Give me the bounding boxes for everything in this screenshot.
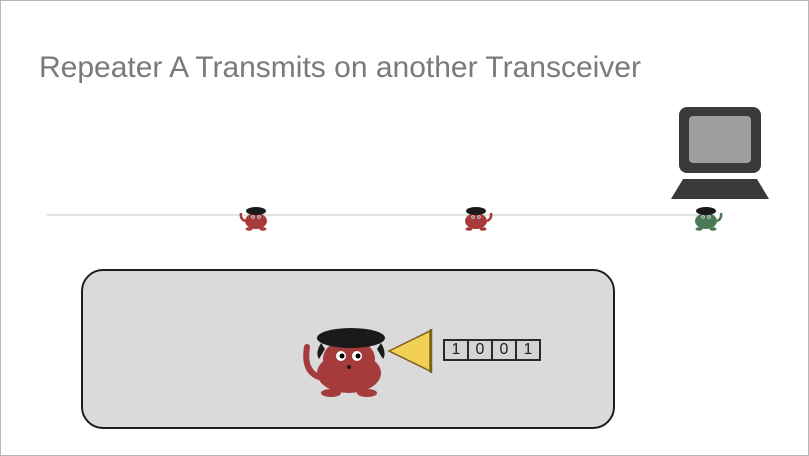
megaphone-icon (387, 329, 433, 373)
end-station-creature-icon (695, 207, 723, 231)
slide: Repeater A Transmits on another Transcei… (0, 0, 809, 456)
computer-icon (671, 107, 769, 199)
bit: 1 (517, 341, 539, 359)
repeater-creature-large-icon (303, 328, 385, 397)
slide-title: Repeater A Transmits on another Transcei… (39, 51, 641, 84)
bit: 0 (469, 341, 491, 359)
repeater-creature-icon (465, 207, 493, 231)
bit: 1 (445, 341, 467, 359)
network-bus (47, 214, 715, 216)
bit: 0 (493, 341, 515, 359)
repeater-creature-icon (239, 207, 267, 231)
bit-sequence: 1 0 0 1 (443, 339, 541, 361)
